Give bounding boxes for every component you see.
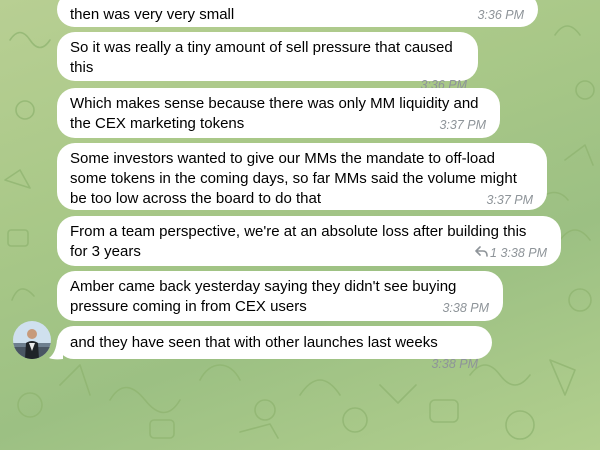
message-time: 3:36 PM xyxy=(477,8,524,22)
message-time: 3:38 PM xyxy=(442,301,489,315)
message-text: Amber came back yesterday saying they di… xyxy=(70,278,457,315)
message-text: Some investors wanted to give our MMs th… xyxy=(70,150,517,207)
message-time: 3:38 PM xyxy=(500,246,547,260)
message-bubble[interactable]: From a team perspective, we're at an abs… xyxy=(57,216,561,266)
reply-arrow-icon[interactable] xyxy=(475,244,488,262)
message-bubble[interactable]: then was very very small 3:36 PM xyxy=(57,0,538,27)
message-text: Which makes sense because there was only… xyxy=(70,95,479,132)
message-time: 3:37 PM xyxy=(439,118,486,132)
message-text: then was very very small xyxy=(70,6,235,23)
bubble-tail xyxy=(49,340,63,360)
message-time: 3:37 PM xyxy=(486,193,533,207)
message-bubble[interactable]: Some investors wanted to give our MMs th… xyxy=(57,143,547,210)
avatar[interactable] xyxy=(13,321,51,359)
message-text: From a team perspective, we're at an abs… xyxy=(70,223,527,260)
message-bubble[interactable]: Which makes sense because there was only… xyxy=(57,88,500,138)
reply-count: 1 xyxy=(490,246,497,260)
message-bubble[interactable]: and they have seen that with other launc… xyxy=(57,326,492,371)
message-bubble[interactable]: Amber came back yesterday saying they di… xyxy=(57,271,503,321)
message-text: So it was really a tiny amount of sell p… xyxy=(70,39,453,76)
message-meta: 1 3:38 PM xyxy=(475,244,547,262)
message-time: 3:38 PM xyxy=(431,357,478,371)
message-text: and they have seen that with other launc… xyxy=(70,334,438,351)
message-bubble[interactable]: So it was really a tiny amount of sell p… xyxy=(57,32,478,92)
message-list[interactable]: then was very very small 3:36 PM So it w… xyxy=(0,0,600,450)
